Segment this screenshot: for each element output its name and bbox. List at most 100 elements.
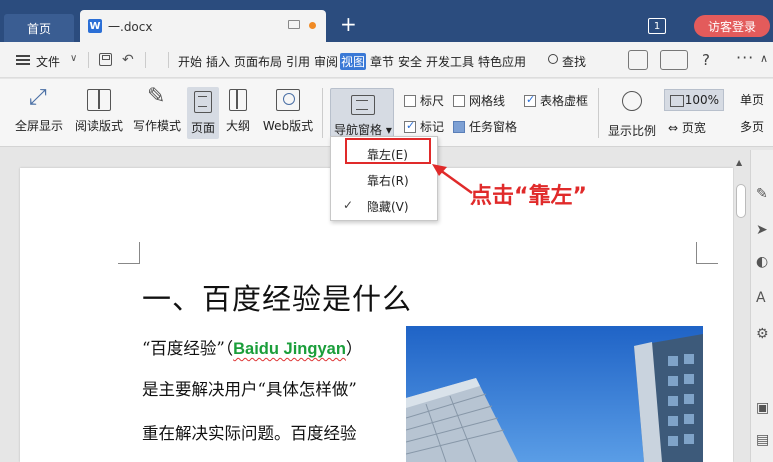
zoom-100-button[interactable]: 100%: [664, 89, 724, 111]
monitor-icon[interactable]: [288, 20, 300, 29]
document-heading: 一、百度经验是什么: [142, 282, 413, 316]
menu-start[interactable]: 开始: [178, 53, 202, 70]
menu-section[interactable]: 章节: [370, 53, 394, 70]
find-button[interactable]: 查找: [562, 53, 586, 70]
vertical-scrollbar[interactable]: ▲: [734, 150, 748, 462]
scroll-up-icon[interactable]: ▲: [736, 158, 742, 167]
save-icon[interactable]: [99, 53, 112, 66]
paragraph-line: 重在解决实际问题。百度经验: [142, 424, 357, 443]
visitor-login-button[interactable]: 访客登录: [694, 15, 770, 37]
highlight-box: [345, 138, 431, 164]
page-icon: [194, 91, 212, 113]
multi-page-button[interactable]: 多页: [740, 118, 764, 135]
reading-mode-label: 阅读版式: [74, 119, 123, 133]
collapse-ribbon-icon[interactable]: ∧: [760, 52, 768, 65]
menu-view[interactable]: 视图: [340, 53, 367, 70]
gridlines-checkbox[interactable]: 网格线: [453, 92, 505, 109]
callout-text: 点击“靠左”: [470, 184, 587, 209]
zoom-icon[interactable]: [622, 91, 642, 111]
shapes-tool-icon[interactable]: ◐: [756, 254, 768, 270]
page-width-button[interactable]: ⇔ 页宽: [668, 119, 706, 136]
divider: [322, 88, 323, 138]
checkbox-checked[interactable]: [524, 93, 536, 107]
table-gridlines-label: 表格虚框: [540, 94, 589, 108]
crop-mark: [696, 242, 718, 264]
dock-right-option[interactable]: 靠右(R): [331, 168, 437, 192]
paragraph-line: “百度经验”（Baidu Jingyan）: [142, 339, 363, 358]
tab-home[interactable]: 首页: [4, 14, 74, 42]
outline-view-button[interactable]: 大纲: [222, 79, 254, 139]
gridlines-label: 网格线: [469, 94, 506, 108]
page-view-label: 页面: [190, 121, 215, 135]
table-gridlines-checkbox[interactable]: 表格虚框: [524, 92, 588, 109]
sync-icon[interactable]: [660, 50, 688, 70]
chevron-down-icon[interactable]: ∨: [70, 53, 77, 64]
ruler-checkbox[interactable]: 标尺: [404, 92, 444, 109]
menu-bar: 文件 ∨ ↶ 开始 插入 页面布局 引用 审阅 视图 章节 安全 开发工具 特色…: [0, 42, 773, 78]
checkbox-checked[interactable]: [404, 119, 416, 133]
more-icon[interactable]: ···: [736, 48, 754, 67]
help-icon[interactable]: ?: [702, 51, 710, 69]
building-photo[interactable]: [406, 326, 703, 462]
web-globe-icon: [276, 89, 300, 111]
task-pane-icon[interactable]: [453, 120, 465, 133]
checkbox[interactable]: [453, 94, 465, 107]
hide-option[interactable]: ✓ 隐藏(V): [331, 194, 437, 218]
divider: [168, 52, 169, 68]
document-tab-label: 一.docx: [108, 19, 153, 34]
style-tool-icon[interactable]: A: [756, 290, 766, 306]
new-tab-button[interactable]: +: [340, 14, 357, 34]
fullscreen-label: 全屏显示: [14, 119, 63, 133]
navigation-pane-icon: [351, 95, 375, 115]
pen-icon: [145, 84, 169, 111]
brand-text: Baidu Jingyan: [233, 340, 346, 358]
book-icon: [87, 89, 111, 111]
check-icon: ✓: [343, 198, 354, 212]
markup-checkbox[interactable]: 标记: [404, 118, 444, 135]
file-menu[interactable]: 文件: [36, 53, 60, 70]
single-page-button[interactable]: 单页: [740, 91, 764, 108]
share-icon[interactable]: [628, 50, 648, 70]
web-layout-button[interactable]: Web版式: [260, 79, 316, 139]
divider: [598, 88, 599, 138]
divider: [88, 52, 89, 68]
writing-mode-button[interactable]: 写作模式: [130, 79, 184, 139]
reading-mode-button[interactable]: 阅读版式: [72, 79, 126, 139]
cursor-tool-icon[interactable]: ➤: [756, 222, 768, 238]
right-toolbar: ✎ ➤ ◐ A ⚙ ▣ ▤: [750, 150, 773, 462]
unsaved-dot-icon: [309, 22, 316, 29]
menu-insert[interactable]: 插入: [206, 53, 230, 70]
checkbox[interactable]: [404, 94, 416, 107]
search-icon[interactable]: [548, 54, 558, 64]
settings-tool-icon[interactable]: ⚙: [756, 326, 769, 342]
menu-page-layout[interactable]: 页面布局: [234, 53, 282, 70]
menu-developer[interactable]: 开发工具: [426, 53, 474, 70]
divider: [145, 52, 146, 68]
zoom-label[interactable]: 显示比例: [608, 122, 656, 139]
menu-references[interactable]: 引用: [286, 53, 310, 70]
fullscreen-icon: [27, 85, 51, 111]
menu-features[interactable]: 特色应用: [478, 53, 526, 70]
pen-tool-icon[interactable]: ✎: [756, 186, 768, 202]
scrollbar-thumb[interactable]: [736, 184, 746, 218]
ruler-label: 标尺: [420, 94, 445, 108]
fullscreen-button[interactable]: 全屏显示: [12, 79, 66, 139]
web-layout-label: Web版式: [262, 119, 314, 133]
word-doc-icon: W: [88, 19, 102, 33]
task-pane-checkbox[interactable]: 任务窗格: [453, 118, 517, 135]
menu-security[interactable]: 安全: [398, 53, 422, 70]
crop-mark: [118, 242, 140, 264]
window-count-badge[interactable]: 1: [648, 18, 666, 34]
undo-icon[interactable]: ↶: [122, 52, 134, 68]
tab-document[interactable]: W 一.docx: [80, 10, 326, 42]
page-view-button[interactable]: 页面: [187, 87, 219, 139]
outline-label: 大纲: [225, 119, 250, 133]
image-tool-icon[interactable]: ▣: [756, 400, 769, 416]
menu-review[interactable]: 审阅: [314, 53, 338, 70]
markup-label: 标记: [420, 120, 445, 134]
outline-icon: [229, 89, 247, 111]
title-bar: 首页 W 一.docx + 1 访客登录: [0, 0, 773, 42]
table-tool-icon[interactable]: ▤: [756, 432, 769, 448]
hamburger-menu-icon[interactable]: [16, 55, 30, 65]
paragraph-line: 是主要解决用户“具体怎样做”: [142, 380, 357, 399]
